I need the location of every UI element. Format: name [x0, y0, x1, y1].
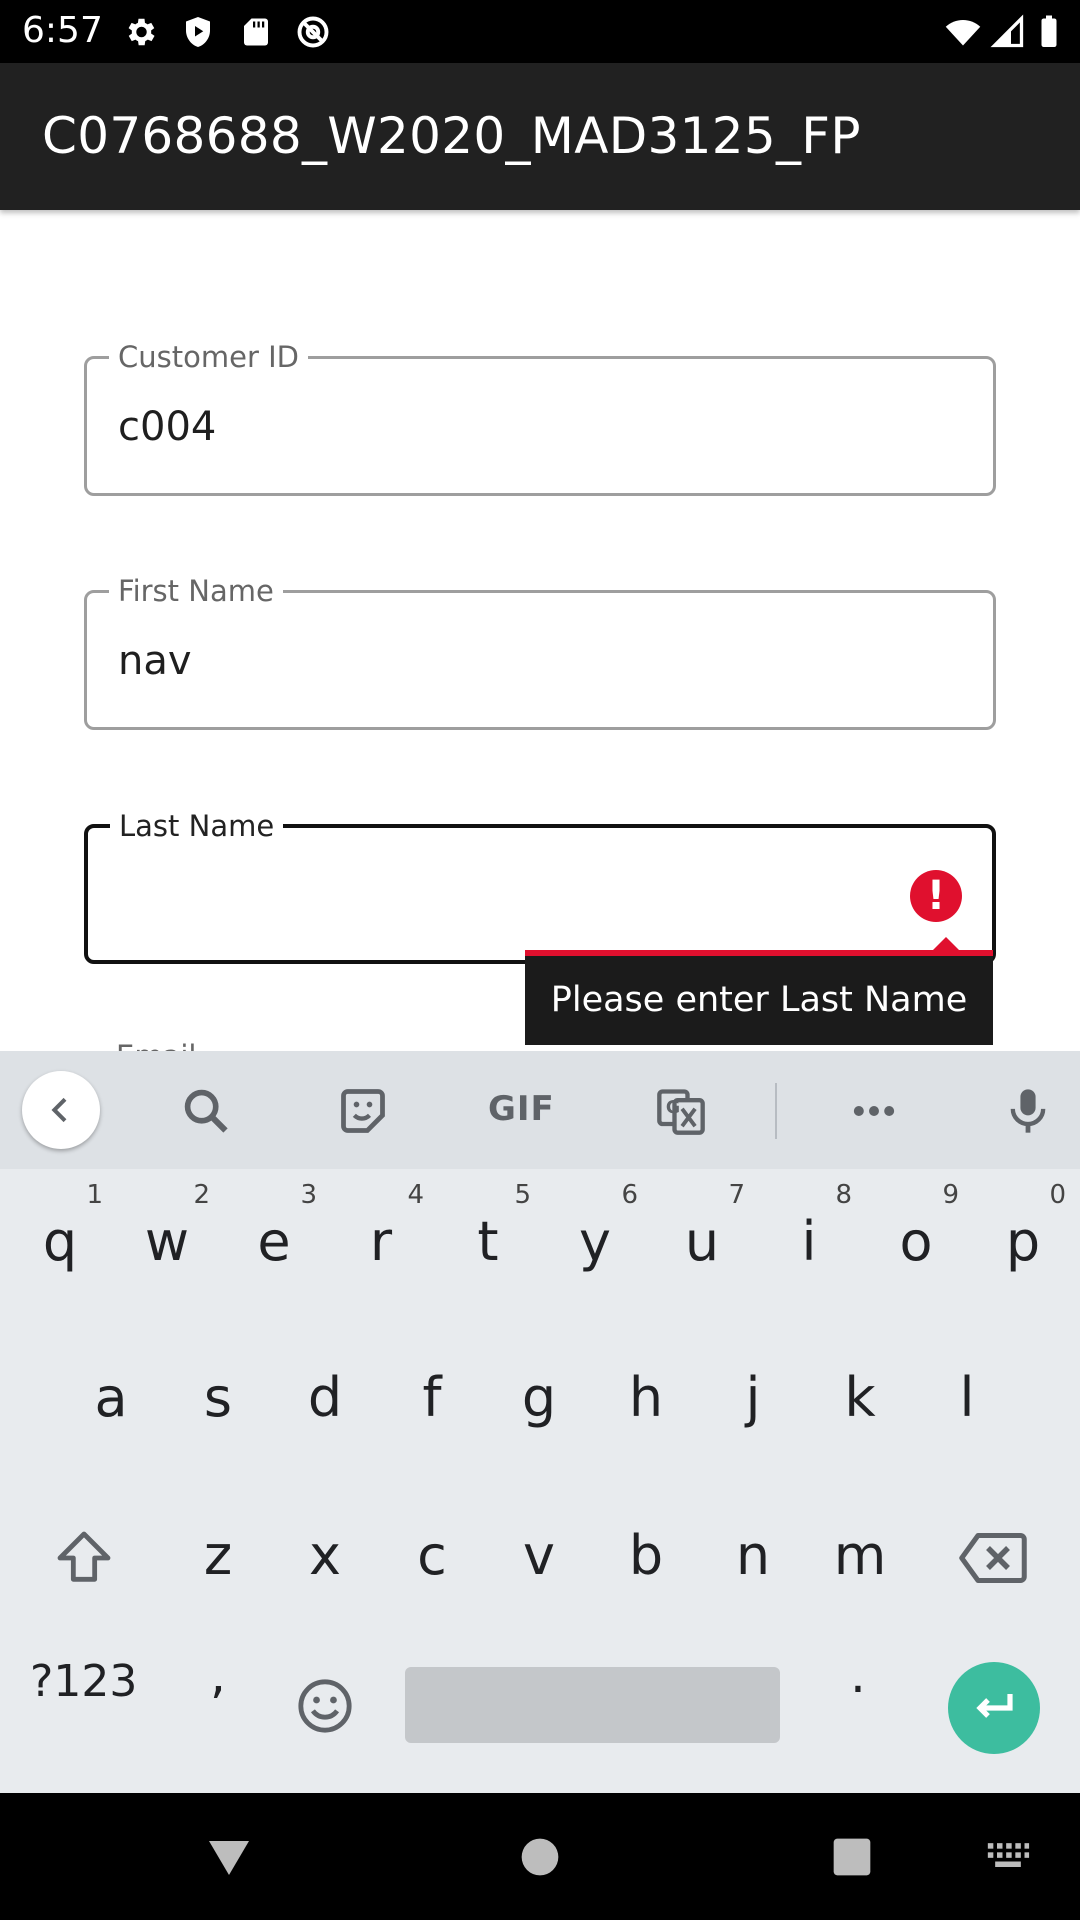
key-u[interactable]: 7u: [649, 1180, 755, 1300]
key-h[interactable]: h: [593, 1336, 699, 1456]
comma-key[interactable]: ,: [210, 1646, 226, 1704]
key-v[interactable]: v: [486, 1494, 592, 1614]
backspace-icon: [959, 1533, 1027, 1583]
period-key[interactable]: .: [850, 1646, 866, 1704]
error-popup: Please enter Last Name: [525, 956, 993, 1045]
translate-icon[interactable]: G: [655, 1085, 707, 1137]
back-icon[interactable]: [205, 1833, 253, 1886]
home-icon[interactable]: [518, 1835, 562, 1884]
chevron-left-icon: [51, 1097, 67, 1123]
first-name-value: nav: [118, 638, 192, 684]
navigation-bar: [0, 1793, 1080, 1920]
key-d[interactable]: d: [272, 1336, 378, 1456]
symbols-key[interactable]: ?123: [30, 1656, 137, 1707]
key-f[interactable]: f: [379, 1336, 485, 1456]
key-x[interactable]: x: [272, 1494, 378, 1614]
key-r[interactable]: 4r: [328, 1180, 434, 1300]
error-icon: !: [910, 870, 962, 922]
key-k[interactable]: k: [807, 1336, 913, 1456]
gif-button[interactable]: GIF: [488, 1089, 555, 1129]
key-m[interactable]: m: [807, 1494, 913, 1614]
key-o[interactable]: 9o: [863, 1180, 969, 1300]
sticker-icon[interactable]: [337, 1085, 389, 1137]
toolbar-divider: [775, 1083, 777, 1139]
battery-icon: [1036, 14, 1062, 50]
key-b[interactable]: b: [593, 1494, 699, 1614]
last-name-field[interactable]: Last Name !: [84, 806, 996, 964]
emoji-icon: [298, 1679, 352, 1733]
customer-id-label: Customer ID: [109, 337, 308, 377]
signal-icon: [990, 14, 1026, 50]
key-p[interactable]: 0p: [970, 1180, 1076, 1300]
app-bar: C0768688_W2020_MAD3125_FP: [0, 63, 1080, 210]
key-q[interactable]: 1q: [7, 1180, 113, 1300]
customer-id-value: c004: [118, 404, 217, 450]
key-w[interactable]: 2w: [114, 1180, 220, 1300]
sd-card-icon: [238, 14, 274, 50]
key-y[interactable]: 6y: [542, 1180, 648, 1300]
key-z[interactable]: z: [165, 1494, 271, 1614]
key-l[interactable]: l: [914, 1336, 1020, 1456]
gear-icon: [122, 14, 158, 50]
more-icon[interactable]: [848, 1085, 900, 1137]
keyboard-switch-icon[interactable]: [986, 1841, 1030, 1876]
space-key[interactable]: [405, 1667, 780, 1743]
microphone-icon[interactable]: [1002, 1085, 1054, 1137]
error-pointer: [932, 937, 960, 951]
key-i[interactable]: 8i: [756, 1180, 862, 1300]
key-a[interactable]: a: [58, 1336, 164, 1456]
key-j[interactable]: j: [700, 1336, 806, 1456]
key-t[interactable]: 5t: [435, 1180, 541, 1300]
svg-text:G: G: [666, 1098, 680, 1118]
key-c[interactable]: c: [379, 1494, 485, 1614]
key-n[interactable]: n: [700, 1494, 806, 1614]
first-name-field[interactable]: First Name nav: [84, 571, 996, 730]
key-g[interactable]: g: [486, 1336, 592, 1456]
collapse-keyboard-button[interactable]: [22, 1071, 100, 1149]
key-s[interactable]: s: [165, 1336, 271, 1456]
page-title: C0768688_W2020_MAD3125_FP: [42, 107, 861, 165]
at-sign-icon: [295, 14, 331, 50]
last-name-label: Last Name: [110, 806, 284, 846]
enter-icon: [976, 1694, 1013, 1718]
customer-id-field[interactable]: Customer ID c004: [84, 337, 996, 496]
wifi-icon: [942, 14, 984, 50]
emoji-key[interactable]: [296, 1677, 354, 1735]
shift-icon: [57, 1531, 111, 1582]
enter-key[interactable]: [948, 1662, 1040, 1754]
keyboard-toolbar: GIF G: [0, 1051, 1080, 1169]
recents-icon[interactable]: [830, 1835, 874, 1884]
key-e[interactable]: 3e: [221, 1180, 327, 1300]
first-name-label: First Name: [109, 571, 283, 611]
backspace-key[interactable]: [958, 1530, 1028, 1586]
shift-key[interactable]: [52, 1526, 116, 1590]
status-time: 6:57: [22, 10, 103, 51]
status-bar: 6:57: [0, 0, 1080, 63]
shield-play-icon: [180, 14, 216, 50]
search-icon[interactable]: [180, 1085, 232, 1137]
